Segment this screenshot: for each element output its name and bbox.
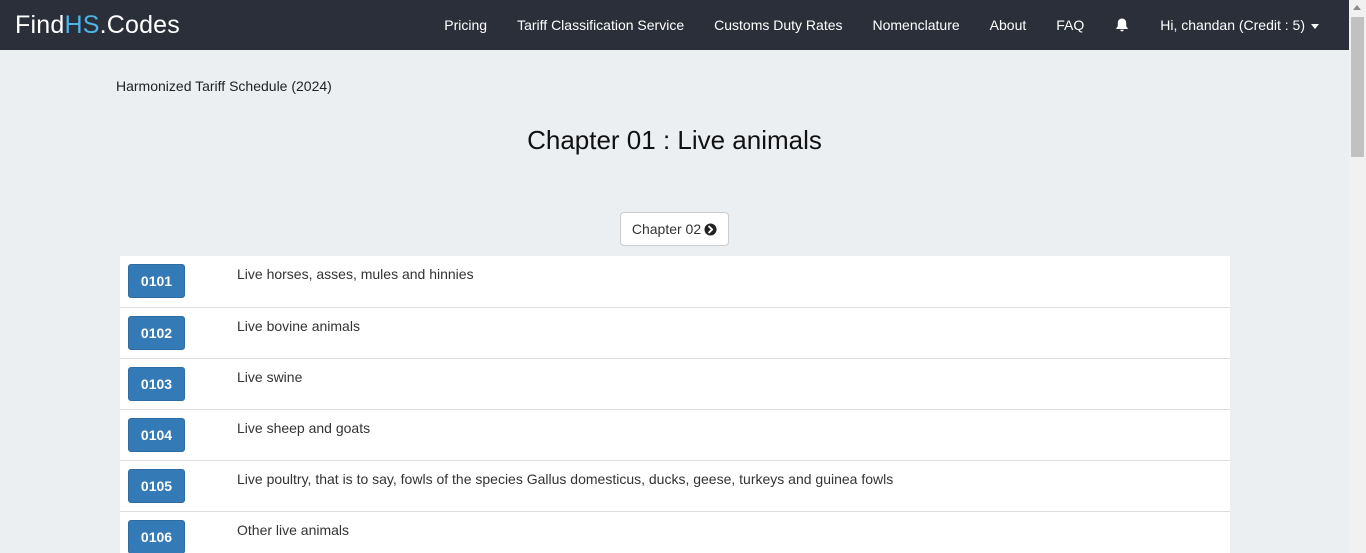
brand-hs: HS [64, 11, 100, 39]
heading-description: Live horses, asses, mules and hinnies [237, 266, 474, 282]
bell-icon[interactable] [1114, 17, 1130, 33]
heading-description: Live poultry, that is to say, fowls of t… [237, 471, 894, 487]
nav-customs-duty-rates[interactable]: Customs Duty Rates [714, 17, 842, 33]
caret-down-icon [1311, 23, 1319, 29]
scroll-thumb[interactable] [1351, 17, 1364, 157]
circle-arrow-right-icon [704, 222, 717, 236]
heading-code-button[interactable]: 0104 [128, 418, 185, 452]
user-menu-label: Hi, chandan (Credit : 5) [1160, 17, 1305, 33]
table-row: 0105 Live poultry, that is to say, fowls… [120, 460, 1230, 511]
heading-description: Live swine [237, 369, 303, 385]
heading-code-button[interactable]: 0106 [128, 520, 185, 553]
nav-pricing[interactable]: Pricing [444, 17, 487, 33]
heading-code-button[interactable]: 0101 [128, 264, 185, 298]
heading-code-button[interactable]: 0105 [128, 469, 185, 503]
brand-find: Find [15, 11, 65, 39]
nav-tariff-classification-service[interactable]: Tariff Classification Service [517, 17, 684, 33]
table-row: 0106 Other live animals [120, 511, 1230, 553]
nav-nomenclature[interactable]: Nomenclature [873, 17, 960, 33]
scrollbar[interactable] [1349, 0, 1366, 553]
next-chapter-label: Chapter 02 [631, 221, 702, 237]
heading-code-button[interactable]: 0102 [128, 316, 185, 350]
heading-description: Other live animals [237, 522, 350, 538]
table-row: 0104 Live sheep and goats [120, 409, 1230, 460]
nav-links: Pricing Tariff Classification Service Cu… [414, 0, 1319, 50]
nav-about[interactable]: About [990, 17, 1027, 33]
page-title: Chapter 01 : Live animals [527, 125, 822, 155]
breadcrumb[interactable]: Harmonized Tariff Schedule (2024) [116, 78, 332, 94]
table-row: 0101 Live horses, asses, mules and hinni… [120, 256, 1230, 307]
navbar: FindHS.Codes Pricing Tariff Classificati… [0, 0, 1349, 50]
headings-table: 0101 Live horses, asses, mules and hinni… [120, 256, 1230, 553]
table-row: 0103 Live swine [120, 358, 1230, 409]
next-chapter-button[interactable]: Chapter 02 [620, 212, 729, 246]
table-row: 0102 Live bovine animals [120, 307, 1230, 358]
heading-description: Live sheep and goats [237, 420, 371, 436]
heading-code-button[interactable]: 0103 [128, 367, 185, 401]
nav-faq[interactable]: FAQ [1056, 17, 1084, 33]
user-menu[interactable]: Hi, chandan (Credit : 5) [1160, 17, 1319, 33]
heading-description: Live bovine animals [237, 318, 360, 334]
scroll-up-icon[interactable] [1353, 5, 1361, 10]
brand-codes: .Codes [99, 11, 180, 39]
brand-logo[interactable]: FindHS.Codes [15, 11, 180, 40]
